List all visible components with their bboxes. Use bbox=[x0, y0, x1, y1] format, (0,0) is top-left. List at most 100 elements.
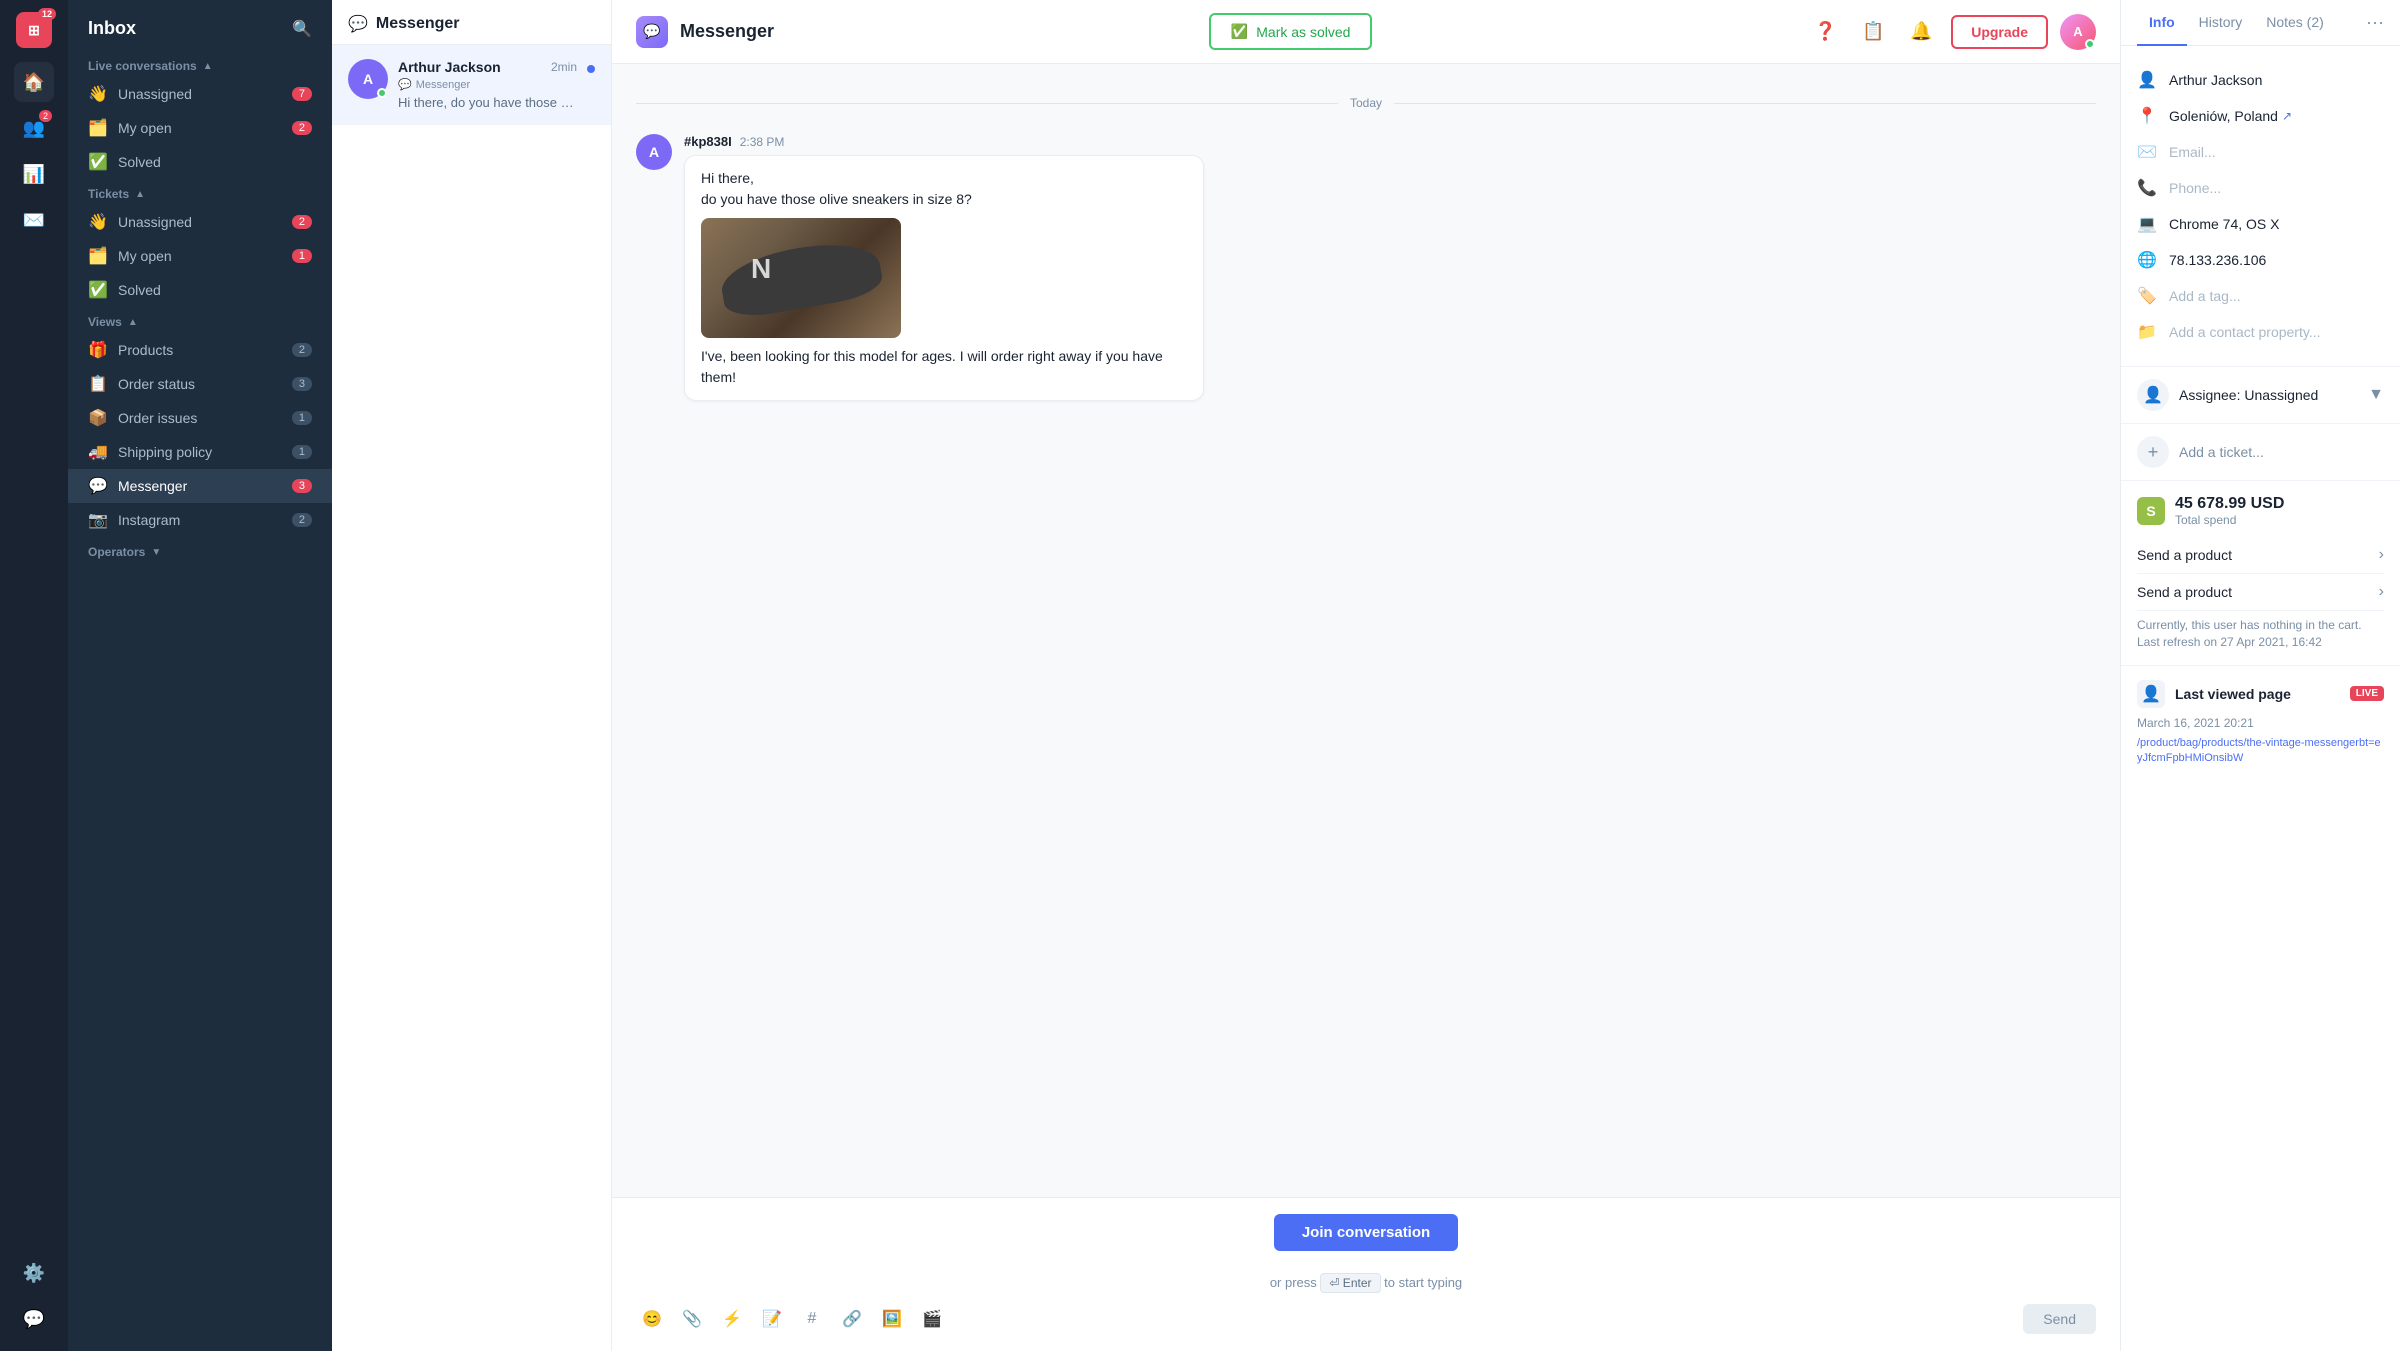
user-online-indicator bbox=[2085, 39, 2095, 49]
attach-tool-btn[interactable]: 📎 bbox=[676, 1303, 708, 1335]
press-enter-key: ⏎ Enter bbox=[1320, 1273, 1380, 1293]
sidebar-item-messenger[interactable]: 💬 Messenger 3 bbox=[68, 469, 332, 503]
sidebar-item-shipping-policy[interactable]: 🚚 Shipping policy 1 bbox=[68, 435, 332, 469]
notes-icon-btn[interactable]: 📋 bbox=[1855, 14, 1891, 50]
contact-location: Goleniów, Poland ↗ bbox=[2169, 108, 2292, 124]
solved-tickets-label: Solved bbox=[118, 282, 312, 298]
ticket-section[interactable]: + Add a ticket... bbox=[2121, 424, 2400, 481]
note-tool-btn[interactable]: 📝 bbox=[756, 1303, 788, 1335]
mark-solved-button[interactable]: ✅ Mark as solved bbox=[1209, 13, 1373, 50]
live-conversations-section[interactable]: Live conversations ▲ bbox=[68, 51, 332, 77]
tab-history[interactable]: History bbox=[2187, 0, 2255, 46]
message-time-1: 2:38 PM bbox=[740, 135, 785, 149]
views-section[interactable]: Views ▲ bbox=[68, 307, 332, 333]
message-content-1: #kp838I 2:38 PM Hi there, do you have th… bbox=[684, 134, 1204, 401]
info-tag-row[interactable]: 🏷️ Add a tag... bbox=[2137, 278, 2384, 314]
products-count: 2 bbox=[292, 343, 312, 357]
message-line-1: Hi there, bbox=[701, 168, 1187, 189]
operators-section[interactable]: Operators ▼ bbox=[68, 537, 332, 563]
sidebar-item-products[interactable]: 🎁 Products 2 bbox=[68, 333, 332, 367]
info-contact-property-row[interactable]: 📁 Add a contact property... bbox=[2137, 314, 2384, 350]
conv-status-dot bbox=[377, 88, 387, 98]
nav-settings-btn[interactable]: ⚙️ bbox=[14, 1253, 54, 1293]
emoji-tool-btn[interactable]: 😊 bbox=[636, 1303, 668, 1335]
info-phone-row[interactable]: 📞 Phone... bbox=[2137, 170, 2384, 206]
views-label: Views bbox=[88, 315, 122, 329]
nav-bottom: ⚙️ 💬 bbox=[14, 1253, 54, 1339]
date-divider: Today bbox=[636, 96, 2096, 110]
more-tabs-button[interactable]: ··· bbox=[2366, 12, 2384, 33]
conv-item-arthur[interactable]: A Arthur Jackson 2min 💬 Messenger Hi the… bbox=[332, 45, 611, 125]
assignee-section[interactable]: 👤 Assignee: Unassigned ▼ bbox=[2121, 367, 2400, 424]
send-button[interactable]: Send bbox=[2023, 1304, 2096, 1334]
join-conversation-button[interactable]: Join conversation bbox=[1274, 1214, 1458, 1251]
video-tool-btn[interactable]: 🎬 bbox=[916, 1303, 948, 1335]
browser-info: Chrome 74, OS X bbox=[2169, 216, 2280, 232]
solved-live-icon: ✅ bbox=[88, 152, 108, 172]
upgrade-button[interactable]: Upgrade bbox=[1951, 15, 2048, 49]
search-icon[interactable]: 🔍 bbox=[292, 19, 312, 39]
conv-preview-arthur: Hi there, do you have those olive... bbox=[398, 95, 577, 110]
send-product-label-2: Send a product bbox=[2137, 584, 2232, 600]
info-browser-row: 💻 Chrome 74, OS X bbox=[2137, 206, 2384, 242]
hashtag-tool-btn[interactable]: # bbox=[796, 1303, 828, 1335]
sidebar-item-instagram[interactable]: 📷 Instagram 2 bbox=[68, 503, 332, 537]
sidebar-item-order-issues[interactable]: 📦 Order issues 1 bbox=[68, 401, 332, 435]
sidebar-title: Inbox bbox=[88, 18, 136, 39]
tickets-label: Tickets bbox=[88, 187, 129, 201]
sidebar-item-myopen-live[interactable]: 🗂️ My open 2 bbox=[68, 111, 332, 145]
nav-messages-btn[interactable]: ✉️ bbox=[14, 200, 54, 240]
solved-tickets-icon: ✅ bbox=[88, 280, 108, 300]
messenger-label: Messenger bbox=[118, 478, 282, 494]
conv-avatar-arthur: A bbox=[348, 59, 388, 99]
app-logo[interactable]: ⊞ 12 bbox=[16, 12, 52, 48]
channel-label: Messenger bbox=[416, 79, 470, 91]
browser-icon: 💻 bbox=[2137, 214, 2157, 234]
phone-placeholder: Phone... bbox=[2169, 180, 2221, 196]
sidebar-item-unassigned-tickets[interactable]: 👋 Unassigned 2 bbox=[68, 205, 332, 239]
shopify-amount: 45 678.99 USD bbox=[2175, 495, 2384, 513]
sidebar-item-unassigned-live[interactable]: 👋 Unassigned 7 bbox=[68, 77, 332, 111]
left-nav: ⊞ 12 🏠 👥 2 📊 ✉️ ⚙️ 💬 bbox=[0, 0, 68, 1351]
contacts-badge: 2 bbox=[39, 110, 52, 122]
sidebar-item-solved-tickets[interactable]: ✅ Solved bbox=[68, 273, 332, 307]
shopify-send-product-1[interactable]: Send a product › bbox=[2137, 537, 2384, 574]
tab-info[interactable]: Info bbox=[2137, 0, 2187, 46]
help-icon-btn[interactable]: ❓ bbox=[1807, 14, 1843, 50]
nav-inbox-btn[interactable]: 🏠 bbox=[14, 62, 54, 102]
conversation-list: 💬 Messenger A Arthur Jackson 2min 💬 Mess… bbox=[332, 0, 612, 1351]
tickets-section[interactable]: Tickets ▲ bbox=[68, 179, 332, 205]
tab-notes[interactable]: Notes (2) bbox=[2254, 0, 2336, 46]
check-icon: ✅ bbox=[1231, 23, 1248, 40]
app-badge: 12 bbox=[38, 8, 56, 20]
products-label: Products bbox=[118, 342, 282, 358]
contact-name: Arthur Jackson bbox=[2169, 72, 2262, 88]
assignee-icon: 👤 bbox=[2137, 379, 2169, 411]
conv-body-arthur: Arthur Jackson 2min 💬 Messenger Hi there… bbox=[398, 59, 577, 110]
header-actions: ❓ 📋 🔔 Upgrade A bbox=[1807, 14, 2096, 50]
sidebar-item-solved-live[interactable]: ✅ Solved bbox=[68, 145, 332, 179]
chat-header-left: 💬 Messenger bbox=[636, 16, 774, 48]
link-tool-btn[interactable]: 🔗 bbox=[836, 1303, 868, 1335]
nav-reports-btn[interactable]: 📊 bbox=[14, 154, 54, 194]
nav-contacts-btn[interactable]: 👥 2 bbox=[14, 108, 54, 148]
nav-chat-btn[interactable]: 💬 bbox=[14, 1299, 54, 1339]
unassigned-tickets-icon: 👋 bbox=[88, 212, 108, 232]
user-avatar[interactable]: A bbox=[2060, 14, 2096, 50]
operators-chevron: ▼ bbox=[151, 547, 161, 558]
external-link-icon[interactable]: ↗ bbox=[2282, 109, 2292, 123]
order-issues-label: Order issues bbox=[118, 410, 282, 426]
sidebar-item-myopen-tickets[interactable]: 🗂️ My open 1 bbox=[68, 239, 332, 273]
order-status-icon: 📋 bbox=[88, 374, 108, 394]
message-sender-1: #kp838I bbox=[684, 134, 732, 149]
notifications-icon-btn[interactable]: 🔔 bbox=[1903, 14, 1939, 50]
quick-replies-tool-btn[interactable]: ⚡ bbox=[716, 1303, 748, 1335]
sidebar-item-order-status[interactable]: 📋 Order status 3 bbox=[68, 367, 332, 401]
shopify-send-product-2[interactable]: Send a product › bbox=[2137, 574, 2384, 611]
conv-list-title: 💬 Messenger bbox=[348, 14, 460, 34]
image-tool-btn[interactable]: 🖼️ bbox=[876, 1303, 908, 1335]
info-email-row[interactable]: ✉️ Email... bbox=[2137, 134, 2384, 170]
instagram-count: 2 bbox=[292, 513, 312, 527]
date-label: Today bbox=[1350, 96, 1382, 110]
ip-address: 78.133.236.106 bbox=[2169, 252, 2266, 268]
